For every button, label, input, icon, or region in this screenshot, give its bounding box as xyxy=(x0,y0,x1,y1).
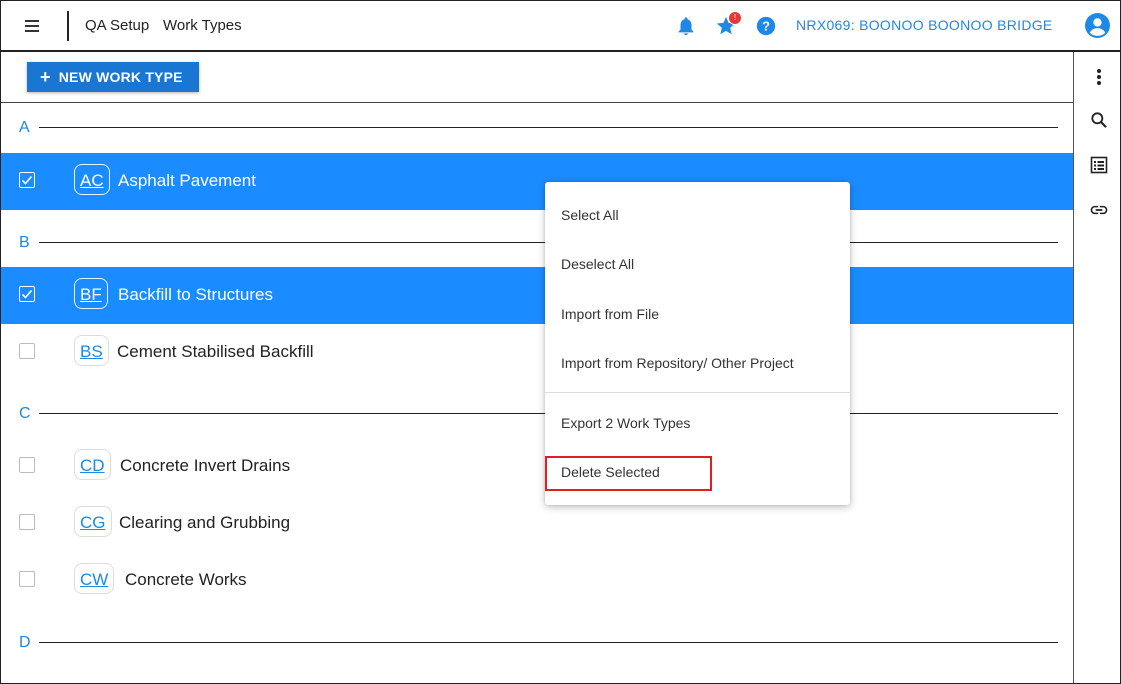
account-icon[interactable] xyxy=(1085,13,1110,38)
work-type-row-cw[interactable]: CW Concrete Works xyxy=(1,552,1073,609)
menu-item-import-file[interactable]: Import from File xyxy=(561,306,659,322)
work-type-code[interactable]: AC xyxy=(74,164,110,195)
breadcrumb-work-types: Work Types xyxy=(163,17,242,34)
group-divider xyxy=(39,642,1058,643)
work-type-name: Cement Stabilised Backfill xyxy=(117,342,314,361)
row-checkbox[interactable] xyxy=(19,343,35,359)
work-type-code[interactable]: CW xyxy=(74,563,115,594)
plus-icon: + xyxy=(40,66,51,87)
group-header-c: C xyxy=(19,405,31,422)
group-divider xyxy=(39,127,1058,128)
work-type-row-ac[interactable]: AC Asphalt Pavement xyxy=(1,153,1073,210)
work-type-code[interactable]: CD xyxy=(74,449,111,480)
new-work-type-button[interactable]: + NEW WORK TYPE xyxy=(27,62,199,92)
right-sidebar xyxy=(1073,52,1120,683)
bell-icon[interactable] xyxy=(675,15,697,37)
link-icon[interactable] xyxy=(1089,200,1109,220)
work-type-name: Asphalt Pavement xyxy=(118,171,256,190)
breadcrumb-qa-setup[interactable]: QA Setup xyxy=(85,17,149,34)
row-checkbox[interactable] xyxy=(19,514,35,530)
work-type-row-cd[interactable]: CD Concrete Invert Drains xyxy=(1,438,1073,495)
help-icon[interactable]: ? xyxy=(755,15,777,37)
group-header-d: D xyxy=(19,634,31,651)
highlight-box xyxy=(545,456,712,491)
work-type-row-bf[interactable]: BF Backfill to Structures xyxy=(1,267,1073,324)
menu-divider xyxy=(545,392,850,393)
list-view-icon[interactable] xyxy=(1089,155,1109,175)
work-type-name: Concrete Works xyxy=(125,570,247,589)
row-checkbox[interactable] xyxy=(19,286,35,302)
work-type-code[interactable]: CG xyxy=(74,506,112,537)
list-toolbar: + NEW WORK TYPE xyxy=(1,52,1073,103)
svg-text:?: ? xyxy=(762,19,770,34)
header-divider xyxy=(67,11,69,41)
work-type-code[interactable]: BS xyxy=(74,335,109,366)
new-work-type-label: NEW WORK TYPE xyxy=(58,68,183,85)
menu-item-select-all[interactable]: Select All xyxy=(561,207,619,223)
group-header-a: A xyxy=(19,119,30,136)
notification-badge: ! xyxy=(728,11,742,25)
menu-item-deselect-all[interactable]: Deselect All xyxy=(561,256,634,272)
work-type-row-cg[interactable]: CG Clearing and Grubbing xyxy=(1,495,1073,552)
row-checkbox[interactable] xyxy=(19,571,35,587)
menu-item-export[interactable]: Export 2 Work Types xyxy=(561,415,690,431)
top-bar: QA Setup Work Types ! ? NRX069: BOONOO B… xyxy=(1,1,1120,52)
row-checkbox[interactable] xyxy=(19,457,35,473)
work-type-name: Clearing and Grubbing xyxy=(119,513,291,532)
search-icon[interactable] xyxy=(1089,110,1109,130)
project-name[interactable]: NRX069: BOONOO BOONOO BRIDGE xyxy=(796,17,1053,33)
work-type-row-bs[interactable]: BS Cement Stabilised Backfill xyxy=(1,324,1073,381)
work-type-code[interactable]: BF xyxy=(74,278,108,309)
work-type-name: Concrete Invert Drains xyxy=(120,456,291,475)
work-types-list: + NEW WORK TYPE A AC Asphalt Pavement B B… xyxy=(1,52,1073,683)
group-header-b: B xyxy=(19,234,30,251)
row-checkbox[interactable] xyxy=(19,172,35,188)
work-type-name: Backfill to Structures xyxy=(118,285,273,304)
app-frame: QA Setup Work Types ! ? NRX069: BOONOO B… xyxy=(0,0,1121,684)
more-vert-icon[interactable] xyxy=(1089,67,1109,87)
menu-icon[interactable] xyxy=(21,17,43,35)
menu-item-import-repository[interactable]: Import from Repository/ Other Project xyxy=(561,355,794,371)
